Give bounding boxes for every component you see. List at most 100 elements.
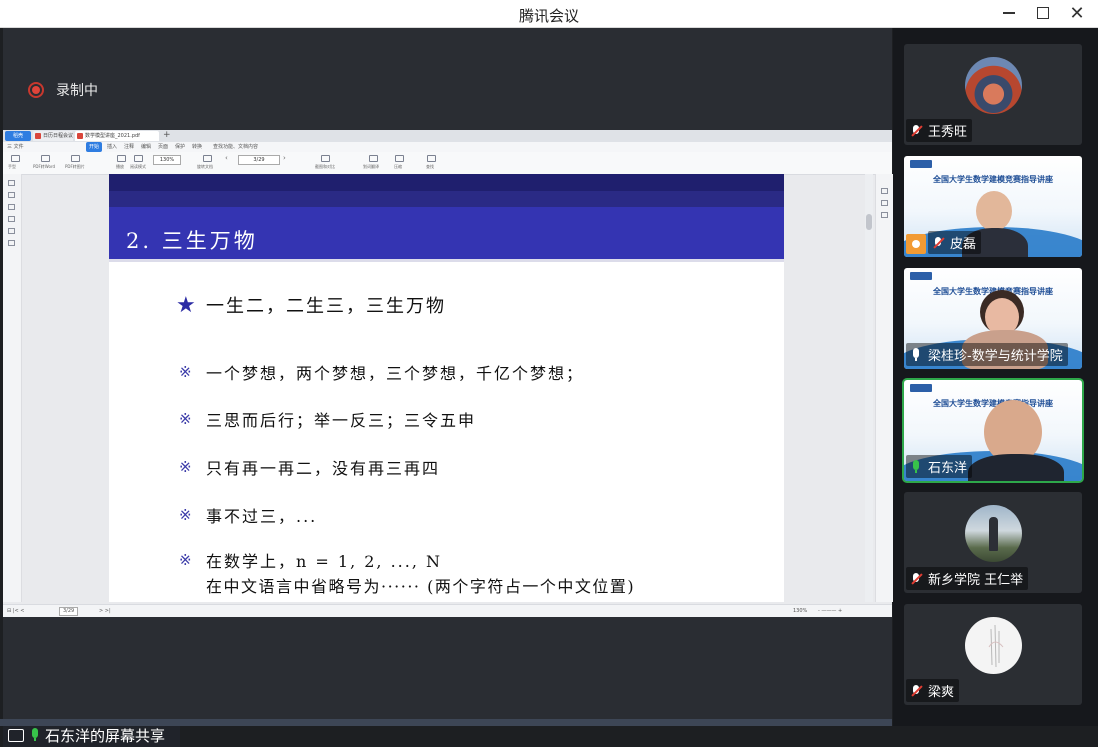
- bottom-strip: [0, 719, 892, 726]
- screen-share-icon: [8, 728, 24, 742]
- status-page-input[interactable]: 3/29: [59, 607, 79, 616]
- hand-tool-icon[interactable]: [11, 155, 20, 162]
- slide-band-middle: [109, 191, 784, 207]
- pdf-to-image-icon[interactable]: [71, 155, 80, 162]
- participant-name: 王秀旺: [928, 125, 968, 140]
- compress-icon[interactable]: [395, 155, 404, 162]
- participant-tile[interactable]: 全国大学生数学建模竞赛指导讲座 皮磊: [904, 156, 1082, 257]
- ribbon-label-find: 查找: [426, 164, 434, 169]
- avatar: [965, 505, 1022, 562]
- ribbon-label-translate: 划词翻译: [363, 164, 379, 169]
- record-icon: [28, 82, 44, 98]
- viewer-right-toolbar: [875, 174, 893, 602]
- viewer-tab-home[interactable]: 稻壳: [5, 131, 31, 141]
- status-zoom[interactable]: 130%: [793, 605, 807, 617]
- participant-tile[interactable]: 王秀旺: [904, 44, 1082, 145]
- status-nav-icon[interactable]: ⊟ |< <: [7, 605, 24, 617]
- attachment-icon[interactable]: [8, 216, 15, 222]
- minimize-icon: [1003, 12, 1015, 14]
- participant-tile[interactable]: 梁爽: [904, 604, 1082, 705]
- viewer-menu-bar: 三 文件 开始 插入 注释 编辑 页面 保护 转换 查找功能、文档内容: [3, 142, 892, 152]
- ribbon-label-to-word: PDF转Word: [33, 164, 56, 169]
- mic-speaking-icon: [909, 459, 923, 474]
- participant-name-tag: 王秀旺: [906, 119, 973, 142]
- participant-tile[interactable]: 全国大学生数学建模竞赛指导讲座 梁桂珍-数学与统计学院: [904, 268, 1082, 369]
- video-person: [976, 191, 1012, 231]
- menu-protect[interactable]: 保护: [175, 142, 185, 152]
- zoom-out-icon[interactable]: [881, 200, 888, 206]
- maximize-button[interactable]: [1026, 2, 1060, 24]
- slide-bullet-text: 只有再一再二，没有再三再四: [206, 459, 441, 478]
- zoom-select[interactable]: 130%: [153, 155, 181, 165]
- menu-search[interactable]: 查找功能、文档内容: [213, 142, 258, 152]
- participant-name-tag: 石东洋: [906, 455, 973, 478]
- slide-bullet-text: 三思而后行；举一反三；三令五申: [206, 411, 477, 430]
- menu-convert[interactable]: 转换: [192, 142, 202, 152]
- prev-page-icon[interactable]: ‹: [225, 154, 228, 162]
- comment-icon[interactable]: [8, 204, 15, 210]
- scrollbar-thumb[interactable]: [866, 214, 872, 230]
- star-icon: ★: [176, 292, 196, 318]
- menu-file[interactable]: 三 文件: [7, 142, 24, 152]
- slide-bullet-continuation: 在中文语言中省略号为······ (两个字符占一个中文位置): [206, 577, 636, 596]
- minimize-button[interactable]: [992, 2, 1026, 24]
- translate-icon[interactable]: [369, 155, 378, 162]
- recording-indicator[interactable]: 录制中: [28, 80, 98, 100]
- participant-tile[interactable]: 新乡学院 王仁举: [904, 492, 1082, 593]
- menu-insert[interactable]: 插入: [107, 142, 117, 152]
- ribbon-label-to-image: PDF转图片: [65, 164, 85, 169]
- thumbnail-icon[interactable]: [8, 180, 15, 186]
- slide-bullet: ※ 只有再一再二，没有再三再四: [179, 455, 440, 479]
- bullet-marker-icon: ※: [179, 551, 192, 569]
- slide-bullet-text: 事不过三，...: [206, 507, 318, 526]
- menu-edit[interactable]: 编辑: [141, 142, 151, 152]
- zoom-in-icon[interactable]: [881, 188, 888, 194]
- slide-page: 2. 三生万物 ★ 一生二，二生三，三生万物 ※ 一个梦想，两个梦想，三个梦想，…: [109, 174, 784, 602]
- status-next-icon[interactable]: > >|: [99, 605, 111, 617]
- rotate-icon[interactable]: [203, 155, 212, 162]
- read-mode-icon[interactable]: [134, 155, 143, 162]
- layer-icon[interactable]: [8, 228, 15, 234]
- viewer-tab-calendar[interactable]: 日历日程会议: [33, 131, 73, 141]
- menu-start[interactable]: 开始: [86, 142, 103, 152]
- avatar: [965, 617, 1022, 674]
- participant-name-tag: 梁爽: [906, 679, 960, 702]
- status-zoom-slider-icon[interactable]: - ——— +: [818, 605, 842, 617]
- next-page-icon[interactable]: ›: [283, 154, 286, 162]
- mic-muted-icon: [931, 236, 945, 250]
- video-logo: [910, 384, 932, 392]
- viewer-tab-document[interactable]: 数学模型讲座_2021.pdf: [75, 131, 159, 141]
- new-tab-icon[interactable]: +: [163, 130, 171, 140]
- participant-name-tag: 皮磊: [928, 231, 982, 254]
- close-icon: ✕: [1069, 2, 1085, 24]
- recording-label: 录制中: [56, 83, 98, 99]
- settings-icon[interactable]: [8, 240, 15, 246]
- participant-name-tag: 新乡学院 王仁举: [906, 567, 1029, 590]
- close-button[interactable]: ✕: [1060, 2, 1094, 24]
- screenshot-icon[interactable]: [321, 155, 330, 162]
- play-icon[interactable]: [117, 155, 126, 162]
- ribbon-label-rotate: 旋转文档: [197, 164, 213, 169]
- viewer-vertical-scrollbar[interactable]: [865, 174, 873, 602]
- find-icon[interactable]: [427, 155, 436, 162]
- ribbon-label-read: 阅读模式: [130, 164, 146, 169]
- page-number-input[interactable]: 3/29: [238, 155, 280, 165]
- slide-title-shadow: [109, 259, 784, 262]
- participant-name: 梁桂珍-数学与统计学院: [928, 349, 1063, 364]
- slide-bullet: ※ 三思而后行；举一反三；三令五申: [179, 407, 476, 431]
- ribbon-label-play: 播放: [116, 164, 124, 169]
- menu-page[interactable]: 页面: [158, 142, 168, 152]
- mic-muted-icon: [909, 572, 923, 586]
- bookmark-icon[interactable]: [8, 192, 15, 198]
- video-person-body: [968, 454, 1064, 481]
- participant-tile-active[interactable]: 全国大学生数学建模竞赛指导讲座 石东洋: [902, 378, 1084, 483]
- fit-page-icon[interactable]: [881, 212, 888, 218]
- bullet-marker-icon: ※: [179, 458, 192, 476]
- menu-annotate[interactable]: 注释: [124, 142, 134, 152]
- participant-name: 皮磊: [950, 237, 977, 252]
- ribbon-label-compress: 压缩: [394, 164, 402, 169]
- slide-highlight: ★ 一生二，二生三，三生万物: [176, 292, 446, 318]
- viewer-left-toolbar: [3, 174, 22, 602]
- pdf-to-word-icon[interactable]: [41, 155, 50, 162]
- maximize-icon: [1037, 7, 1049, 19]
